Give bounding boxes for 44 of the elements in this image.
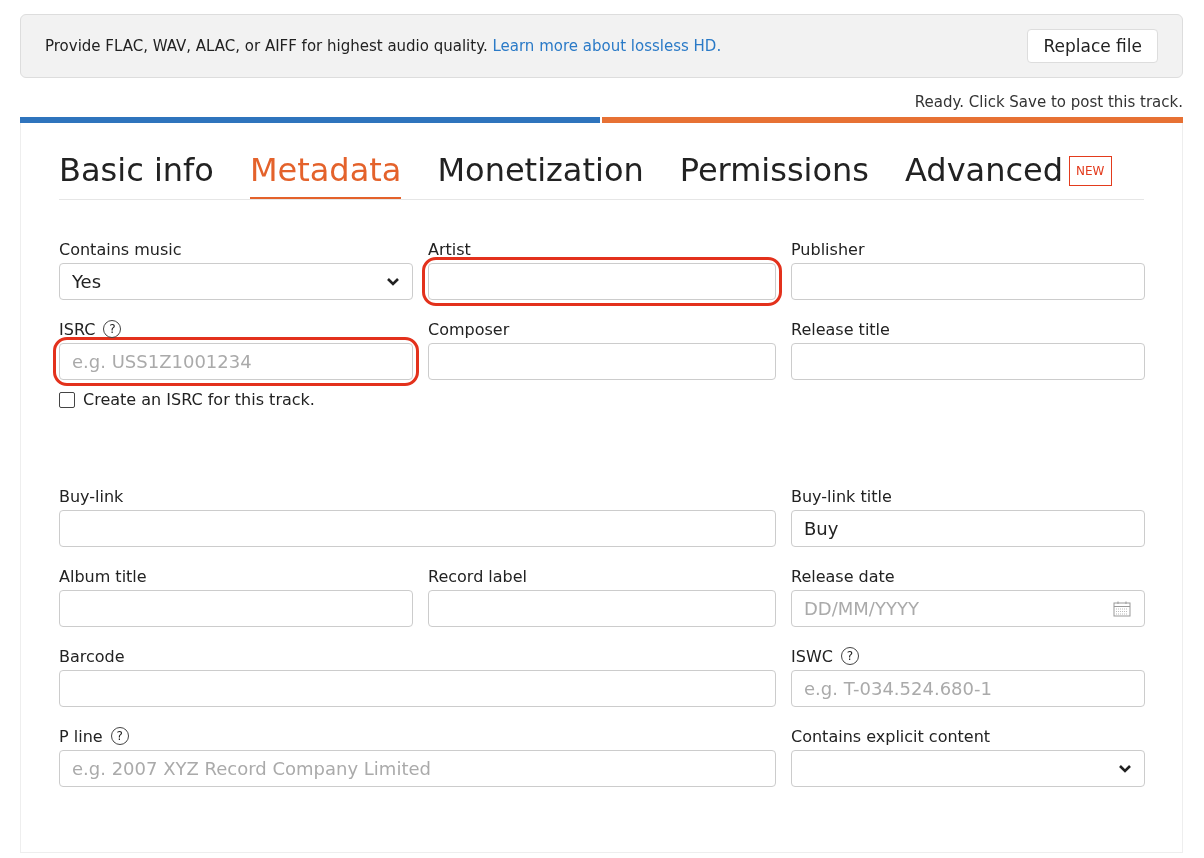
field-label: Barcode xyxy=(59,646,125,666)
field-label: Buy-link xyxy=(59,486,124,506)
text-field[interactable] xyxy=(428,263,776,300)
text-field[interactable] xyxy=(428,590,776,627)
checkbox-label: Create an ISRC for this track. xyxy=(83,390,315,409)
field-label: Composer xyxy=(428,319,510,339)
tab[interactable]: Advanced xyxy=(905,151,1064,199)
field-label: Contains music xyxy=(59,239,182,259)
field-label: Publisher xyxy=(791,239,865,259)
chevron-down-icon xyxy=(1118,763,1132,774)
tab[interactable]: Basic info xyxy=(59,151,214,199)
field-label: Record label xyxy=(428,566,528,586)
text-field[interactable] xyxy=(59,510,776,547)
text-field[interactable]: e.g. T-034.524.680-1 xyxy=(791,670,1145,707)
text-field[interactable] xyxy=(791,343,1145,380)
text-field[interactable]: e.g. USS1Z1001234 xyxy=(59,343,413,380)
text-field[interactable] xyxy=(59,590,413,627)
calendar-icon xyxy=(1113,601,1131,617)
tab[interactable]: Monetization xyxy=(437,151,644,199)
field-label: ISWC xyxy=(791,646,833,666)
notice-text: Provide FLAC, WAV, ALAC, or AIFF for highest audio quality. Learn more about lossless HD. xyxy=(45,37,722,55)
date-field[interactable]: DD/MM/YYYY xyxy=(791,590,1145,627)
text-field[interactable] xyxy=(791,263,1145,300)
field-label: Release title xyxy=(791,319,890,339)
select-field[interactable]: Yes xyxy=(59,263,413,300)
lossless-link[interactable]: Learn more about lossless HD. xyxy=(492,37,722,55)
text-field[interactable] xyxy=(428,343,776,380)
status-text: Ready. Click Save to post this track. xyxy=(913,92,1183,113)
field-label: ISRC xyxy=(59,319,96,339)
field-label: Artist xyxy=(428,239,471,259)
text-field[interactable]: e.g. 2007 XYZ Record Company Limited xyxy=(59,750,776,787)
field-label: Buy-link title xyxy=(791,486,892,506)
field-label: Album title xyxy=(59,566,147,586)
text-field[interactable]: Buy xyxy=(791,510,1145,547)
chevron-down-icon xyxy=(386,276,400,287)
field-label: P line xyxy=(59,726,103,746)
select-field[interactable] xyxy=(791,750,1145,787)
tab[interactable]: Permissions xyxy=(679,151,869,199)
replace-file-button[interactable]: Replace file xyxy=(1027,29,1158,63)
field-label: Contains explicit content xyxy=(791,726,991,746)
new-badge: NEW xyxy=(1069,156,1112,186)
field-label: Release date xyxy=(791,566,895,586)
text-field[interactable] xyxy=(59,670,776,707)
checkbox[interactable] xyxy=(59,391,75,408)
